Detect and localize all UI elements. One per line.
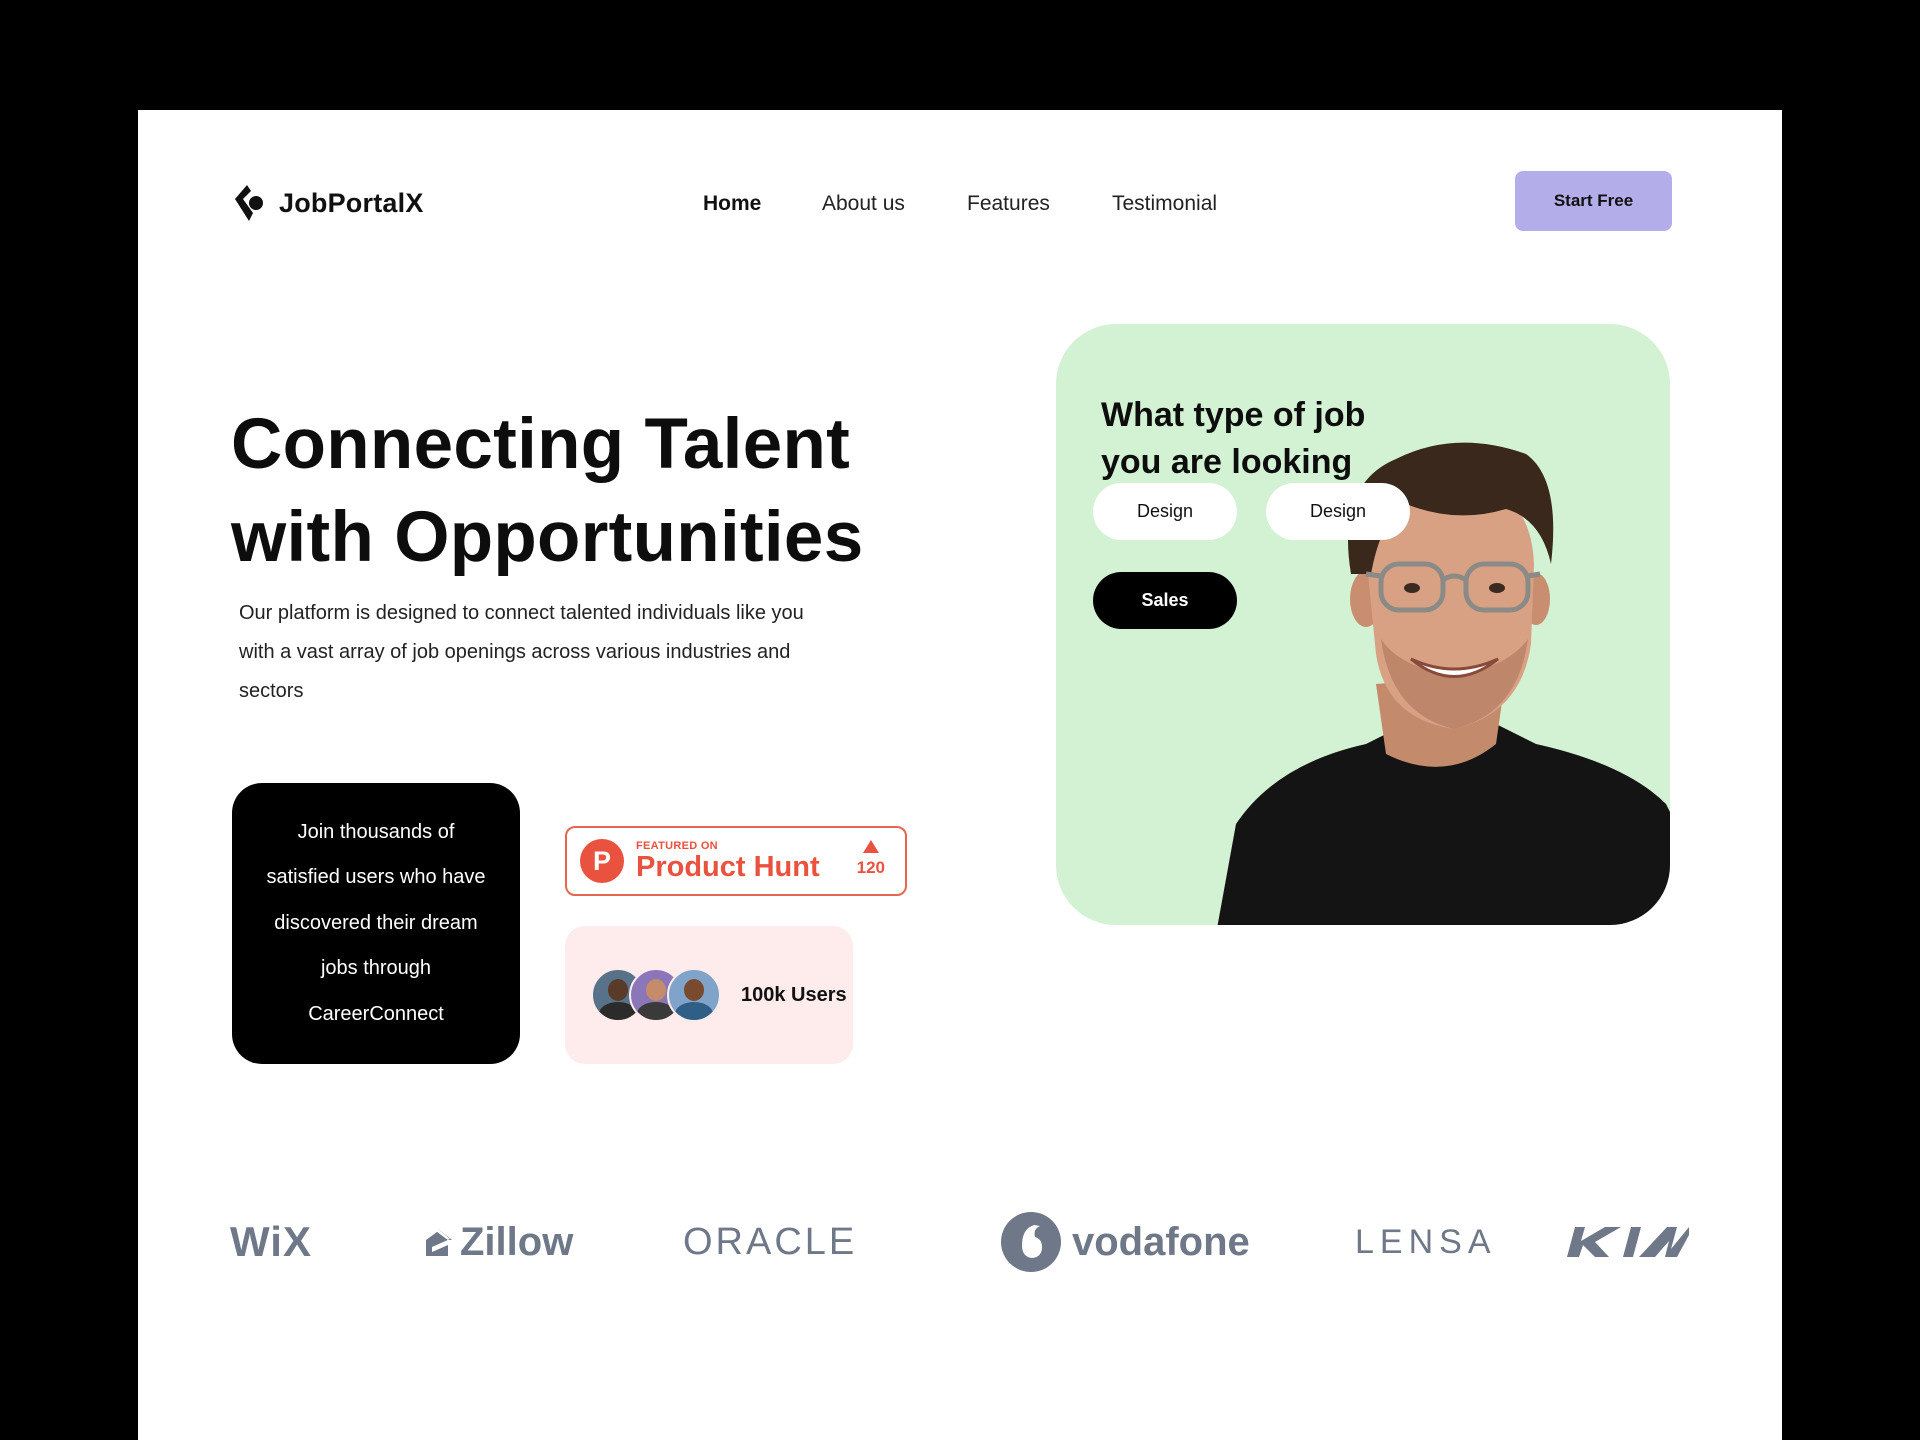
- hero-title: Connecting Talent with Opportunities: [231, 398, 931, 584]
- vodafone-logo-text: vodafone: [1072, 1219, 1250, 1264]
- avatar-head: [646, 979, 666, 1001]
- start-free-button[interactable]: Start Free: [1515, 171, 1672, 231]
- users-count-label: 100k Users: [741, 983, 847, 1006]
- job-option-design-2[interactable]: Design: [1266, 483, 1410, 540]
- join-text-line: jobs through: [320, 957, 432, 980]
- zillow-logo: Zillow: [420, 1202, 573, 1282]
- avatar: [667, 968, 721, 1022]
- zillow-house-icon: [426, 1228, 452, 1256]
- hero-subtitle-line: with a vast array of job openings across…: [239, 641, 791, 663]
- join-text-line: CareerConnect: [308, 1002, 444, 1025]
- product-hunt-logo-icon: P: [580, 839, 624, 883]
- product-hunt-name: Product Hunt: [636, 851, 820, 883]
- product-hunt-votes: 120: [857, 840, 885, 878]
- join-users-text: Join thousands of satisfied users who ha…: [251, 810, 501, 1038]
- kia-logo: [1565, 1202, 1691, 1282]
- vodafone-logo: vodafone: [1000, 1202, 1250, 1282]
- avatar-group: [591, 968, 721, 1022]
- hero-subtitle-line: Our platform is designed to connect tale…: [239, 602, 804, 624]
- join-users-card: Join thousands of satisfied users who ha…: [232, 783, 520, 1064]
- oracle-logo: ORACLE: [683, 1202, 857, 1282]
- wix-logo-text: WiX: [230, 1218, 312, 1265]
- product-hunt-text: FEATURED ON Product Hunt: [636, 840, 820, 882]
- vote-count: 120: [856, 858, 885, 877]
- hero-title-line: with Opportunities: [231, 498, 864, 577]
- nav-home[interactable]: Home: [703, 192, 761, 216]
- nav-testimonial[interactable]: Testimonial: [1112, 192, 1217, 216]
- partner-logos: WiX Zillow ORACLE vodafone LENSA: [138, 1202, 1782, 1282]
- vodafone-speechmark-icon: [1001, 1212, 1061, 1272]
- users-count-card: 100k Users: [565, 926, 853, 1064]
- job-option-sales[interactable]: Sales: [1093, 572, 1237, 629]
- avatar-body: [675, 1002, 713, 1020]
- join-text-line: Join thousands of: [297, 820, 455, 843]
- nav-about-us[interactable]: About us: [822, 192, 905, 216]
- avatar-head: [608, 979, 628, 1001]
- zillow-logo-text: Zillow: [460, 1219, 574, 1264]
- kia-logo-mark: [1567, 1227, 1689, 1257]
- hero-subtitle-line: sectors: [239, 680, 304, 702]
- lensa-logo: LENSA: [1355, 1202, 1497, 1282]
- hero-subtitle: Our platform is designed to connect tale…: [239, 594, 899, 711]
- product-hunt-badge[interactable]: P FEATURED ON Product Hunt 120: [565, 826, 907, 896]
- upvote-arrow-icon: [862, 840, 879, 853]
- job-option-design[interactable]: Design: [1093, 483, 1237, 540]
- join-text-line: discovered their dream: [274, 911, 478, 934]
- oracle-logo-text: ORACLE: [683, 1220, 858, 1263]
- landing-page: JobPortalX Home About us Features Testim…: [138, 110, 1782, 1440]
- join-text-line: satisfied users who have: [266, 866, 486, 889]
- avatar-head: [684, 979, 704, 1001]
- lensa-logo-text: LENSA: [1355, 1222, 1497, 1261]
- wix-logo: WiX: [230, 1202, 312, 1282]
- nav-features[interactable]: Features: [967, 192, 1050, 216]
- hero-title-line: Connecting Talent: [231, 405, 851, 484]
- job-type-card: What type of job you are looking Design …: [1056, 324, 1670, 925]
